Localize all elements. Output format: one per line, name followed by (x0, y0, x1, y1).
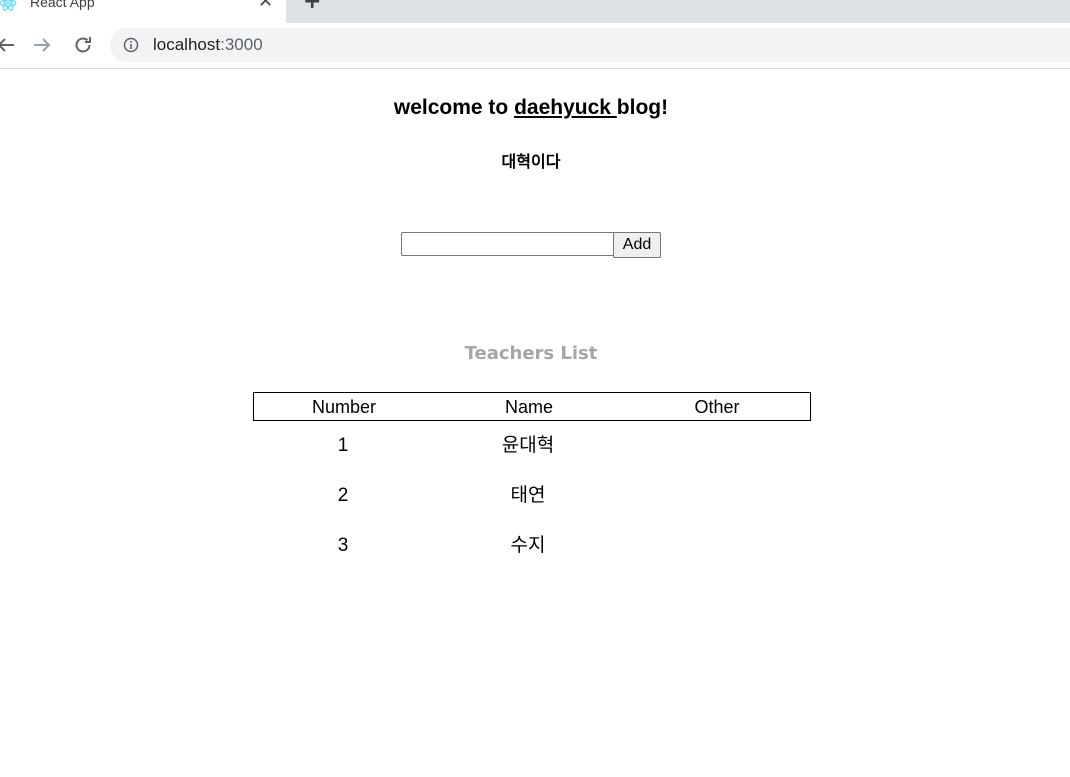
browser-toolbar: localhost:3000 (0, 23, 1070, 69)
row-name: 윤대혁 (501, 435, 555, 456)
url-host: localhost (153, 35, 221, 54)
close-icon[interactable]: ✕ (258, 0, 273, 11)
url-port: :3000 (220, 35, 263, 54)
react-logo-icon (0, 0, 17, 11)
table-row: 2 태연 (253, 484, 809, 508)
page-subtitle: 대혁이다 (501, 152, 561, 171)
table-header: Number Name Other (253, 392, 811, 421)
add-button[interactable]: Add (613, 232, 661, 258)
row-name: 수지 (510, 535, 546, 556)
forward-arrow-icon[interactable] (30, 33, 54, 57)
browser-tab[interactable]: React App ✕ (0, 0, 286, 23)
tab-title: React App (30, 0, 95, 10)
row-number: 2 (337, 485, 349, 506)
header-number: Number (311, 397, 377, 417)
title-suffix: blog! (616, 96, 669, 119)
title-prefix: welcome to (393, 96, 515, 119)
info-icon[interactable] (123, 37, 139, 53)
address-bar[interactable]: localhost:3000 (110, 28, 1070, 62)
header-other: Other (694, 397, 740, 417)
row-number: 1 (337, 435, 349, 456)
row-name: 태연 (510, 485, 546, 506)
page-title: welcome to daehyuck blog! (0, 94, 1062, 122)
title-link[interactable]: daehyuck (514, 96, 617, 119)
back-arrow-icon[interactable] (0, 33, 18, 57)
reload-icon[interactable] (71, 33, 95, 57)
row-number: 3 (337, 535, 349, 556)
url-text: localhost:3000 (153, 36, 263, 54)
name-input[interactable] (401, 232, 615, 256)
header-name: Name (504, 397, 553, 417)
tab-strip: React App ✕ + (0, 0, 1070, 23)
table-row: 3 수지 (253, 534, 809, 558)
table-row: 1 윤대혁 (253, 434, 809, 458)
page-content: welcome to daehyuck blog! 대혁이다 Add Teach… (0, 69, 1070, 777)
new-tab-icon[interactable]: + (303, 0, 321, 13)
list-title: Teachers List (464, 343, 598, 364)
